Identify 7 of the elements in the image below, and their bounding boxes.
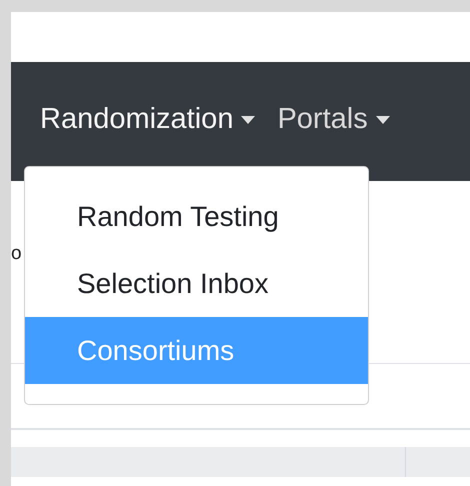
caret-icon <box>241 116 256 124</box>
page-text: o <box>11 244 22 262</box>
nav-dropdown[interactable]: Randomization <box>40 98 256 142</box>
menu-item[interactable]: Random Testing <box>25 183 368 250</box>
nav-dropdown[interactable]: Portals <box>277 98 390 142</box>
caret-icon <box>376 116 390 124</box>
menu-item[interactable]: Selection Inbox <box>25 250 368 317</box>
